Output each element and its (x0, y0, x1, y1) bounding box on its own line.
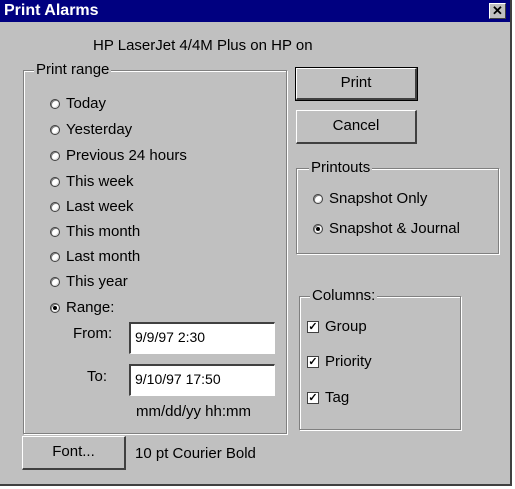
radio-this-week[interactable]: This week (50, 173, 134, 190)
radio-snapshot-only[interactable]: Snapshot Only (313, 190, 427, 207)
printer-name: HP LaserJet 4/4M Plus on HP on (93, 37, 313, 54)
print-button[interactable]: Print (295, 67, 418, 101)
radio-button-selected[interactable] (313, 223, 323, 234)
font-button[interactable]: Font... (22, 436, 126, 470)
printouts-group (296, 168, 499, 254)
print-alarms-dialog: Print Alarms ✕ HP LaserJet 4/4M Plus on … (0, 0, 512, 486)
to-date-field[interactable]: 9/10/97 17:50 (129, 364, 275, 396)
date-format-hint: mm/dd/yy hh:mm (136, 403, 252, 420)
from-date-field[interactable]: 9/9/97 2:30 (129, 322, 275, 354)
font-description: 10 pt Courier Bold (135, 445, 256, 462)
radio-this-year[interactable]: This year (50, 273, 128, 290)
radio-button[interactable] (50, 251, 60, 262)
radio-previous-24-hours[interactable]: Previous 24 hours (50, 147, 187, 164)
radio-button[interactable] (50, 276, 60, 287)
radio-last-week[interactable]: Last week (50, 198, 134, 215)
checkmark-icon[interactable]: ✓ (307, 355, 319, 368)
checkmark-icon[interactable]: ✓ (307, 391, 319, 404)
dialog-title: Print Alarms (4, 2, 99, 19)
radio-button[interactable] (50, 176, 60, 187)
radio-button[interactable] (50, 98, 60, 109)
checkbox-tag[interactable]: ✓ Tag (307, 389, 349, 406)
radio-button[interactable] (50, 226, 60, 237)
to-label: To: (87, 368, 108, 385)
radio-button[interactable] (50, 124, 60, 135)
cancel-button[interactable]: Cancel (296, 110, 417, 144)
radio-snapshot-journal[interactable]: Snapshot & Journal (313, 220, 460, 237)
print-range-label: Print range (34, 61, 112, 78)
checkbox-priority[interactable]: ✓ Priority (307, 353, 372, 370)
checkbox-group[interactable]: ✓ Group (307, 318, 367, 335)
checkmark-icon[interactable]: ✓ (307, 320, 319, 333)
radio-button[interactable] (50, 150, 60, 161)
radio-button[interactable] (313, 193, 323, 204)
radio-button-selected[interactable] (50, 302, 60, 313)
radio-button[interactable] (50, 201, 60, 212)
from-label: From: (73, 325, 113, 342)
title-bar: Print Alarms ✕ (0, 0, 510, 22)
printouts-label: Printouts (309, 159, 373, 176)
columns-label: Columns: (310, 287, 378, 304)
radio-this-month[interactable]: This month (50, 223, 140, 240)
radio-today[interactable]: Today (50, 95, 106, 112)
radio-yesterday[interactable]: Yesterday (50, 121, 132, 138)
radio-range[interactable]: Range: (50, 299, 114, 316)
radio-last-month[interactable]: Last month (50, 248, 140, 265)
close-icon[interactable]: ✕ (489, 3, 506, 19)
